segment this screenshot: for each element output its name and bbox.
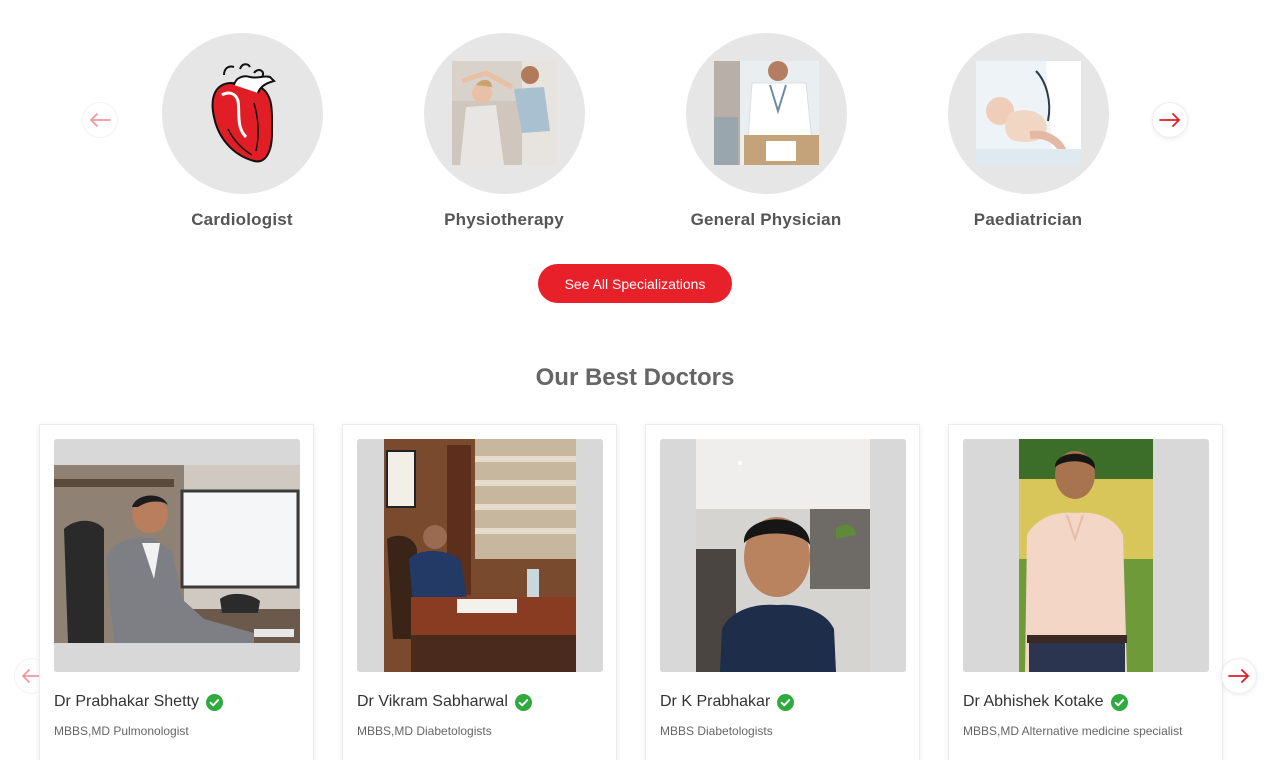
doctor-name-row: Dr K Prabhakar [660,693,795,711]
spec-circle [685,33,847,194]
doctors-next-button[interactable] [1221,658,1257,694]
doctor-qualification: MBBS,MD Diabetologists [357,724,492,738]
spec-label: Physiotherapy [444,210,564,229]
spec-item-paediatrician[interactable]: Paediatrician [928,33,1128,230]
doctor-name-row: Dr Prabhakar Shetty [54,693,223,711]
spec-item-general-physician[interactable]: General Physician [666,33,866,230]
doctor-qualification: MBBS Diabetologists [660,724,773,738]
arrow-right-icon [1159,113,1181,127]
arrow-right-icon [1228,669,1250,683]
doctor-name: Dr Vikram Sabharwal [357,693,508,710]
spec-prev-button[interactable] [82,102,118,138]
doctor-name-row: Dr Vikram Sabharwal [357,693,532,711]
doctor-card[interactable]: Dr K Prabhakar MBBS Diabetologists [645,424,920,760]
doctor-qualification: MBBS,MD Alternative medicine specialist [963,724,1183,738]
doctor-photo-frame [54,439,300,672]
specializations-carousel: Cardiologist Physiotherapy General Physi… [0,33,1270,243]
doctor-photo-frame [660,439,906,672]
spec-label: General Physician [690,210,842,229]
doctor-qualification: MBBS,MD Pulmonologist [54,724,189,738]
doctor-card[interactable]: Dr Vikram Sabharwal MBBS,MD Diabetologis… [342,424,617,760]
doctor-card[interactable]: Dr Abhishek Kotake MBBS,MD Alternative m… [948,424,1223,760]
doctor-name: Dr K Prabhakar [660,693,771,710]
doctor-name: Dr Prabhakar Shetty [54,693,199,710]
spec-label: Paediatrician [973,210,1083,229]
spec-circle [161,33,323,194]
doctor-photo-frame [963,439,1209,672]
paediatrician-photo [975,61,1081,165]
verified-check-icon [514,693,532,711]
spec-next-button[interactable] [1152,102,1188,138]
doctor-photo-frame [357,439,603,672]
see-all-specializations-button[interactable]: See All Specializations [538,264,732,303]
verified-check-icon [1110,693,1128,711]
doctor-photo [357,439,603,672]
verified-check-icon [777,693,795,711]
general-physician-photo [713,61,819,165]
spec-item-physiotherapy[interactable]: Physiotherapy [404,33,604,230]
spec-circle [423,33,585,194]
doctor-photo [54,439,300,672]
doctor-photo [660,439,906,672]
arrow-left-icon [89,113,111,127]
doctor-name-row: Dr Abhishek Kotake [963,693,1128,711]
doctor-name: Dr Abhishek Kotake [963,693,1104,710]
doctor-photo [963,439,1209,672]
section-title: Our Best Doctors [535,364,735,391]
physiotherapy-photo [451,61,557,165]
doctor-card[interactable]: Dr Prabhakar Shetty MBBS,MD Pulmonologis… [39,424,314,760]
verified-check-icon [205,693,223,711]
spec-item-cardiologist[interactable]: Cardiologist [142,33,342,230]
spec-label: Cardiologist [191,210,293,229]
spec-circle [947,33,1109,194]
heart-icon [211,63,276,163]
